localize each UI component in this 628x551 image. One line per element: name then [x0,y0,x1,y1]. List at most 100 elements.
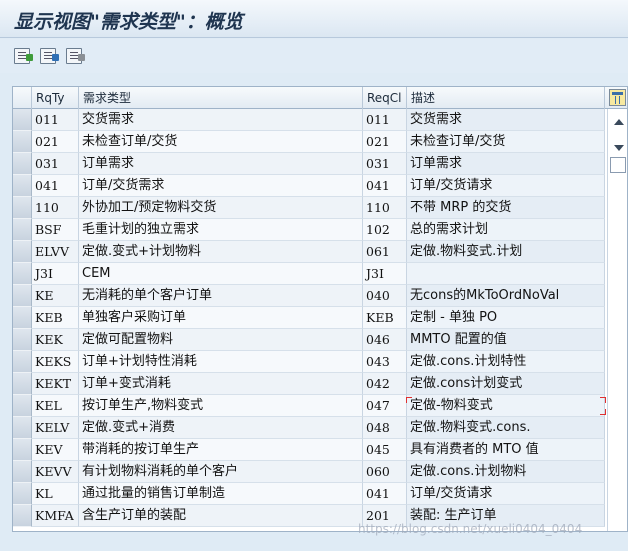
rqty-cell[interactable]: 031 [32,153,79,175]
row-selector[interactable] [13,285,32,307]
reqcl-cell[interactable]: 047 [363,395,407,417]
table-row[interactable]: KEV 带消耗的按订单生产 045 具有消费者的 MTO 值 [13,439,607,461]
scroll-down-icon[interactable] [614,145,624,151]
description-cell[interactable]: 定制 - 单独 PO [407,307,605,329]
table-row[interactable]: J3I CEM J3I [13,263,607,285]
reqcl-cell[interactable]: 043 [363,351,407,373]
vertical-scrollbar[interactable] [607,109,627,531]
rqty-cell[interactable]: KEK [32,329,79,351]
reqcl-cell[interactable]: 021 [363,131,407,153]
row-selector[interactable] [13,351,32,373]
rqty-cell[interactable]: KELV [32,417,79,439]
table-row[interactable]: 031 订单需求 031 订单需求 [13,153,607,175]
description-cell[interactable] [407,263,605,285]
rqty-cell[interactable]: KEKT [32,373,79,395]
description-cell[interactable]: 定做.物料变式.cons. [407,417,605,439]
row-selector[interactable] [13,373,32,395]
description-cell[interactable]: 总的需求计划 [407,219,605,241]
reqcl-cell[interactable]: 041 [363,175,407,197]
row-selector[interactable] [13,461,32,483]
reqcl-cell[interactable]: 040 [363,285,407,307]
table-row[interactable]: 041 订单/交货需求 041 订单/交货请求 [13,175,607,197]
reqcl-cell[interactable]: 046 [363,329,407,351]
rqty-cell[interactable]: KE [32,285,79,307]
rqty-cell[interactable]: J3I [32,263,79,285]
reqcl-cell[interactable]: 041 [363,483,407,505]
detail-view-icon[interactable] [14,48,33,64]
rqty-cell[interactable]: KEL [32,395,79,417]
table-row[interactable]: KE 无消耗的单个客户订单 040 无cons的MkToOrdNoVal [13,285,607,307]
requirement-type-cell[interactable]: 含生产订单的装配 [79,505,363,527]
requirement-type-cell[interactable]: 有计划物料消耗的单个客户 [79,461,363,483]
description-cell[interactable]: 定做.cons计划变式 [407,373,605,395]
row-selector[interactable] [13,131,32,153]
scroll-up-icon[interactable] [614,119,624,125]
reqcl-cell[interactable]: 102 [363,219,407,241]
table-row[interactable]: KL 通过批量的销售订单制造 041 订单/交货请求 [13,483,607,505]
description-cell[interactable]: 未检查订单/交货 [407,131,605,153]
row-selector[interactable] [13,483,32,505]
column-header-description[interactable]: 描述 [407,87,605,109]
reqcl-cell[interactable]: 048 [363,417,407,439]
description-cell[interactable]: 定做.物料变式.计划 [407,241,605,263]
requirement-type-cell[interactable]: 订单+变式消耗 [79,373,363,395]
requirement-type-cell[interactable]: 外协加工/预定物料交货 [79,197,363,219]
description-cell[interactable]: 具有消费者的 MTO 值 [407,439,605,461]
description-cell[interactable]: 定做.cons.计划物料 [407,461,605,483]
table-row[interactable]: KEB 单独客户采购订单 KEB 定制 - 单独 PO [13,307,607,329]
requirement-type-cell[interactable]: 订单需求 [79,153,363,175]
requirement-type-cell[interactable]: 定做可配置物料 [79,329,363,351]
requirement-type-cell[interactable]: 订单/交货需求 [79,175,363,197]
reqcl-cell[interactable]: 060 [363,461,407,483]
description-cell[interactable]: 订单/交货请求 [407,483,605,505]
description-cell[interactable]: 订单需求 [407,153,605,175]
requirement-type-cell[interactable]: 按订单生产,物料变式 [79,395,363,417]
requirement-type-cell[interactable]: 通过批量的销售订单制造 [79,483,363,505]
column-header-reqcl[interactable]: ReqCl [363,87,407,109]
reqcl-cell[interactable]: 110 [363,197,407,219]
reqcl-cell[interactable]: 011 [363,109,407,131]
reqcl-cell[interactable]: 031 [363,153,407,175]
table-row[interactable]: KEL 按订单生产,物料变式 047 定做-物料变式 [13,395,607,417]
requirement-type-cell[interactable]: 毛重计划的独立需求 [79,219,363,241]
table-row[interactable]: KEVV 有计划物料消耗的单个客户 060 定做.cons.计划物料 [13,461,607,483]
table-row[interactable]: ELVV 定做.变式+计划物料 061 定做.物料变式.计划 [13,241,607,263]
requirement-type-cell[interactable]: 带消耗的按订单生产 [79,439,363,461]
rqty-cell[interactable]: 011 [32,109,79,131]
reqcl-cell[interactable]: KEB [363,307,407,329]
requirement-type-cell[interactable]: 未检查订单/交货 [79,131,363,153]
row-selector[interactable] [13,307,32,329]
reqcl-cell[interactable]: J3I [363,263,407,285]
save-icon[interactable] [40,48,59,64]
description-cell[interactable]: 不带 MRP 的交货 [407,197,605,219]
row-selector[interactable] [13,417,32,439]
description-cell[interactable]: 定做-物料变式 [407,395,605,417]
rqty-cell[interactable]: ELVV [32,241,79,263]
table-row[interactable]: BSF 毛重计划的独立需求 102 总的需求计划 [13,219,607,241]
rqty-cell[interactable]: KEB [32,307,79,329]
table-row[interactable]: KEKT 订单+变式消耗 042 定做.cons计划变式 [13,373,607,395]
table-row[interactable]: 011 交货需求 011 交货需求 [13,109,607,131]
row-selector[interactable] [13,329,32,351]
row-selector[interactable] [13,153,32,175]
row-selector[interactable] [13,175,32,197]
row-selector[interactable] [13,219,32,241]
rqty-cell[interactable]: BSF [32,219,79,241]
table-row[interactable]: KEK 定做可配置物料 046 MMTO 配置的值 [13,329,607,351]
rqty-cell[interactable]: 110 [32,197,79,219]
rqty-cell[interactable]: 021 [32,131,79,153]
row-selector[interactable] [13,109,32,131]
requirement-type-cell[interactable]: 定做.变式+消费 [79,417,363,439]
table-row[interactable]: 021 未检查订单/交货 021 未检查订单/交货 [13,131,607,153]
row-selector[interactable] [13,263,32,285]
column-header-requirement-type[interactable]: 需求类型 [79,87,363,109]
description-cell[interactable]: 交货需求 [407,109,605,131]
requirement-type-cell[interactable]: 定做.变式+计划物料 [79,241,363,263]
row-selector[interactable] [13,241,32,263]
description-cell[interactable]: MMTO 配置的值 [407,329,605,351]
rqty-cell[interactable]: 041 [32,175,79,197]
reqcl-cell[interactable]: 045 [363,439,407,461]
requirement-type-cell[interactable]: 无消耗的单个客户订单 [79,285,363,307]
row-selector[interactable] [13,395,32,417]
description-cell[interactable]: 定做.cons.计划特性 [407,351,605,373]
